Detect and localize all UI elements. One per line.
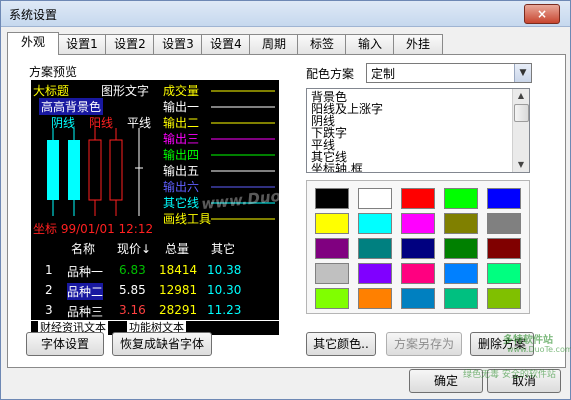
preview-output-6: 输出六 [163,180,200,194]
list-scrollbar[interactable]: ▲ ▼ [512,89,529,172]
tab-plugins[interactable]: 外挂 [393,34,443,54]
scheme-select[interactable]: 定制 ▼ [366,63,532,83]
save-scheme-as-button[interactable]: 方案另存为 [386,332,462,356]
row-2-price: 5.85 [119,283,146,297]
scroll-down-icon[interactable]: ▼ [513,158,529,172]
color-swatch[interactable] [315,263,349,284]
scheme-label: 配色方案 [306,67,355,81]
restore-default-font-button[interactable]: 恢复成缺省字体 [112,332,212,356]
color-swatch[interactable] [401,188,435,209]
color-swatch[interactable] [358,213,392,234]
row-3-volume: 28291 [159,303,198,317]
delete-scheme-button[interactable]: 删除方案 [470,332,534,356]
preview-output-4: 输出四 [163,148,200,162]
tab-settings2[interactable]: 设置2 [105,34,155,54]
color-swatch[interactable] [315,288,349,309]
settings-dialog: 系统设置 × 外观 设置1 设置2 设置3 设置4 周期 标签 输入 外挂 方案… [0,0,571,400]
color-swatch[interactable] [358,188,392,209]
preview-graph-text: 图形文字 [101,84,150,98]
preview-big-title: 大标题 [33,84,70,98]
preview-trade: 成交量 [163,84,200,98]
color-swatch[interactable] [487,263,521,284]
color-swatch[interactable] [401,213,435,234]
row-2-name: 品种二 [67,283,104,300]
candlestick-sample [47,128,143,216]
color-swatch[interactable] [401,263,435,284]
preview-label: 方案预览 [29,65,78,79]
row-2-other: 10.30 [207,283,242,297]
color-swatch[interactable] [358,288,392,309]
scheme-preview: 大标题 图形文字 高高背景色 阴线 阳线 平线 坐标 99/01/01 12:1… [31,80,339,320]
tab-settings4[interactable]: 设置4 [201,34,251,54]
ok-button[interactable]: 确定 [409,369,483,393]
tab-input[interactable]: 输入 [345,34,395,54]
preview-output-3: 输出三 [163,132,200,146]
color-swatch[interactable] [358,263,392,284]
table-header-name: 名称 [71,242,96,256]
scroll-up-icon[interactable]: ▲ [513,89,529,103]
color-swatch[interactable] [444,188,478,209]
preview-output-2: 输出二 [163,116,200,130]
close-button[interactable]: × [524,4,560,24]
color-swatch[interactable] [444,263,478,284]
tab-settings1[interactable]: 设置1 [57,34,107,54]
tab-settings3[interactable]: 设置3 [153,34,203,54]
table-header-volume: 总量 [165,242,190,256]
row-1-price: 6.83 [119,263,146,277]
preview-high-bg: 高高背景色 [39,98,104,115]
color-swatch[interactable] [315,238,349,259]
color-item-list[interactable]: 背景色 阳线及上涨字 阴线 下跌字 平线 其它线 坐标轴,框 ▲ ▼ [306,88,530,173]
font-settings-button[interactable]: 字体设置 [26,332,104,356]
color-swatch[interactable] [401,238,435,259]
color-swatch[interactable] [444,288,478,309]
color-swatch[interactable] [315,188,349,209]
color-swatch[interactable] [487,213,521,234]
color-swatch[interactable] [487,188,521,209]
chevron-down-icon[interactable]: ▼ [514,64,531,82]
row-3-index: 3 [45,303,53,317]
color-swatch[interactable] [315,213,349,234]
preview-other-line: 其它线 [163,196,200,210]
color-swatch[interactable] [444,213,478,234]
cancel-button[interactable]: 取消 [487,369,561,393]
row-1-index: 1 [45,263,53,277]
row-2-index: 2 [45,283,53,297]
scroll-thumb[interactable] [514,104,529,122]
preview-output-5: 输出五 [163,164,200,178]
row-3-name: 品种三 [67,305,104,319]
list-item[interactable]: 坐标轴,框 [311,163,363,172]
window-title: 系统设置 [9,8,58,22]
row-3-price: 3.16 [119,303,146,317]
tab-labels[interactable]: 标签 [297,34,347,54]
row-3-other: 11.23 [207,303,242,317]
other-color-button[interactable]: 其它颜色.. [306,332,376,356]
color-palette [306,180,530,314]
row-1-name: 品种一 [67,265,104,279]
scheme-select-value: 定制 [371,67,396,81]
color-swatch[interactable] [444,238,478,259]
table-header-price: 现价↓ [117,242,152,256]
preview-output-1: 输出一 [163,100,200,114]
color-swatch[interactable] [487,288,521,309]
row-1-volume: 18414 [159,263,198,277]
color-swatch[interactable] [401,288,435,309]
table-header-other: 其它 [211,242,236,256]
tab-period[interactable]: 周期 [249,34,299,54]
color-swatch[interactable] [487,238,521,259]
row-1-other: 10.38 [207,263,242,277]
appearance-panel: 方案预览 大标题 图形文字 高高背景色 阴线 阳线 平线 坐标 99/01/01… [7,54,566,368]
title-bar: 系统设置 × [1,1,570,27]
preview-coords: 坐标 99/01/01 12:12 [33,222,154,236]
row-2-volume: 12981 [159,283,198,297]
tab-appearance[interactable]: 外观 [7,32,59,55]
color-swatch[interactable] [358,238,392,259]
